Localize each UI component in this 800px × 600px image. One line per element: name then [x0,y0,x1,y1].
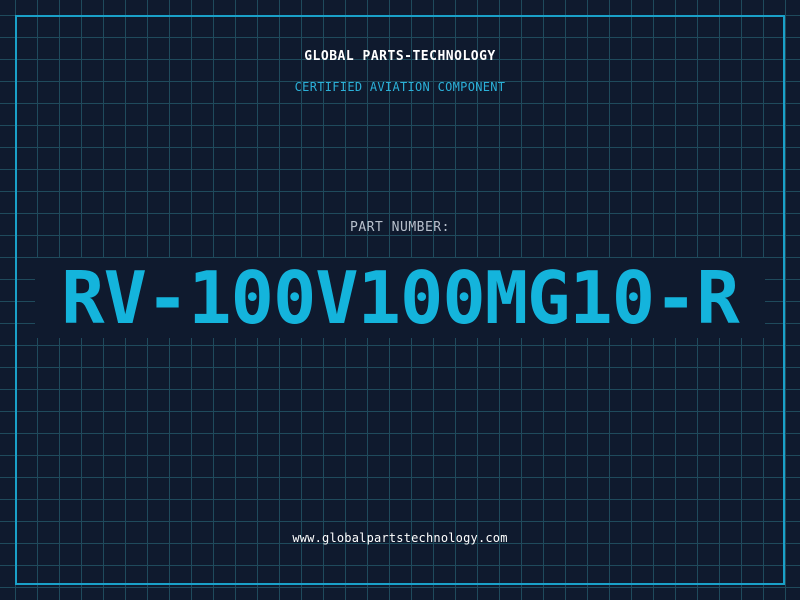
part-number-value: RV-100V100MG10-R [61,256,740,340]
part-card: GLOBAL PARTS-TECHNOLOGY CERTIFIED AVIATI… [0,0,800,600]
certification-subtitle: CERTIFIED AVIATION COMPONENT [294,80,506,94]
part-number-label: PART NUMBER: [350,220,450,235]
brand-title: GLOBAL PARTS-TECHNOLOGY [304,49,496,64]
website-url: www.globalpartstechnology.com [292,531,508,545]
